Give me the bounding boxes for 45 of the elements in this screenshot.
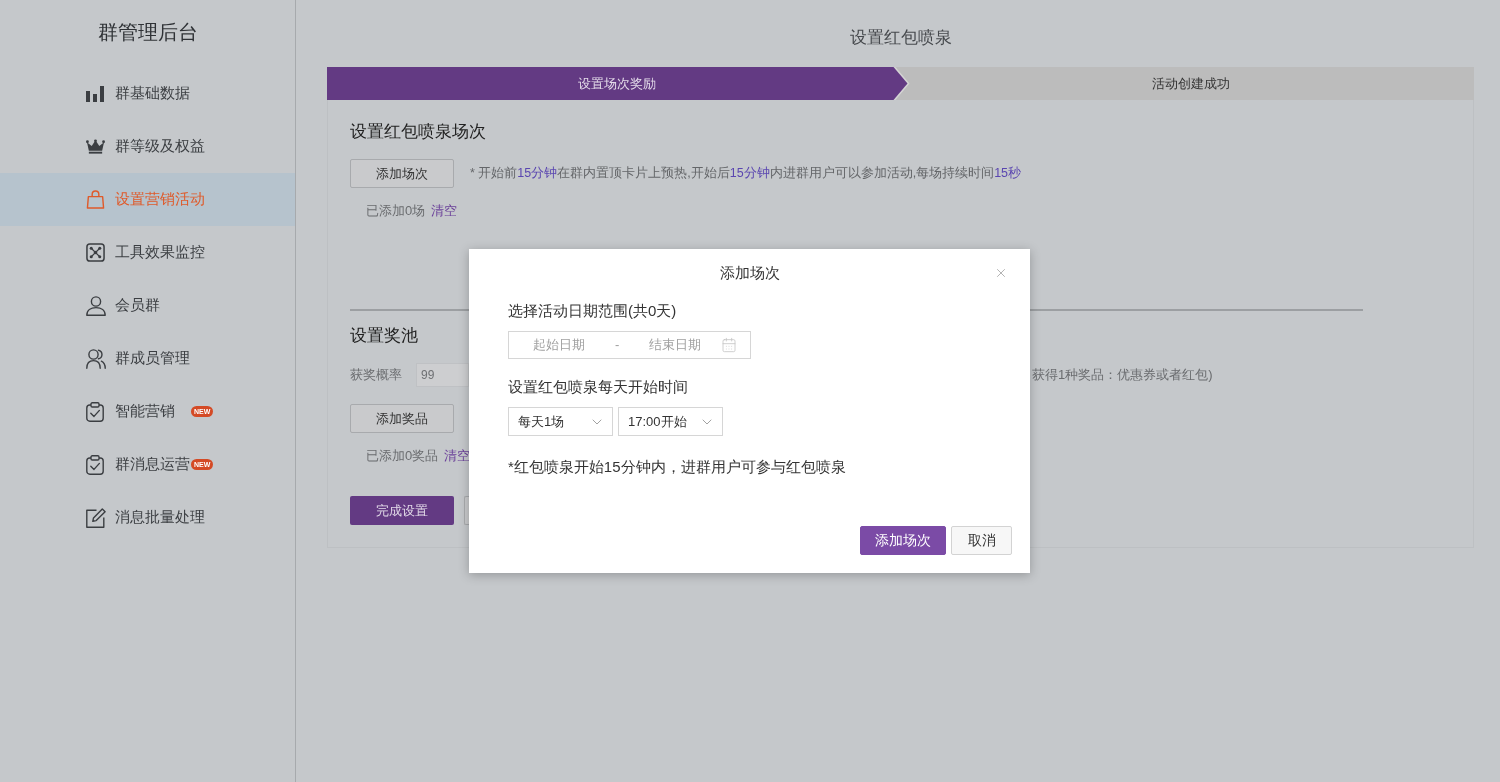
range-separator: - (615, 336, 620, 355)
sidebar-item[interactable]: 群基础数据 (0, 67, 295, 120)
probability-label: 获奖概率 (350, 366, 403, 385)
finish-button[interactable]: 完成设置 (350, 496, 454, 525)
close-icon (994, 266, 1008, 280)
clipboard-check-icon (86, 454, 104, 475)
prize-count: 已添加0奖品 (366, 447, 439, 466)
add-prize-button[interactable]: 添加奖品 (350, 404, 454, 433)
network-box-icon (86, 243, 105, 262)
dialog-note: *红包喷泉开始15分钟内，进群用户可参与红包喷泉 (508, 457, 846, 477)
session-count: 已添加0场 (366, 202, 426, 221)
sidebar-title: 群管理后台 (97, 20, 198, 44)
user-icon (86, 295, 106, 316)
users-icon (86, 348, 106, 369)
close-button[interactable] (994, 266, 1008, 280)
step-indicator: 设置场次奖励 (327, 67, 908, 100)
date-range-label: 选择活动日期范围(共0天) (508, 301, 677, 321)
section-title: 设置奖池 (350, 325, 418, 347)
add-session-button[interactable]: 添加场次 (350, 159, 454, 188)
dropdown-select[interactable]: 每天1场 (508, 407, 613, 436)
dialog-title: 添加场次 (719, 263, 780, 283)
dropdown-select[interactable]: 17:00开始 (618, 407, 723, 436)
calendar-icon (721, 337, 737, 353)
sidebar-item[interactable]: 群等级及权益 (0, 120, 295, 173)
sidebar-item[interactable]: 工具效果监控 (0, 226, 295, 279)
bar-chart-icon (86, 85, 104, 102)
sidebar-item[interactable]: 会员群 (0, 279, 295, 332)
sidebar-item[interactable]: 群成员管理 (0, 332, 295, 385)
clear-link[interactable]: 清空 (431, 201, 458, 221)
clipboard-check-icon (86, 401, 104, 422)
session-hint: * 开始前15分钟在群内置顶卡片上预热,开始后15分钟内进群用户可以参加活动,每场持续时间15秒 (470, 165, 1022, 183)
end-date-input[interactable]: 结束日期 (649, 335, 720, 355)
cancel-button[interactable]: 取消 (951, 526, 1012, 555)
crown-icon (86, 139, 105, 154)
page-title: 设置红包喷泉 (849, 27, 952, 49)
prize-hint-text: 获得1种奖品：优惠券或者红包) (1032, 366, 1213, 385)
start-date-input[interactable]: 起始日期 (533, 335, 613, 355)
clear-link[interactable]: 清空 (444, 446, 471, 466)
shopping-bag-icon (86, 190, 105, 209)
sidebar-item[interactable]: 消息批量处理 (0, 491, 295, 544)
add-session-confirm-button[interactable]: 添加场次 (860, 526, 946, 555)
start-time-label: 设置红包喷泉每天开始时间 (508, 377, 688, 397)
edit-square-icon (86, 507, 106, 528)
step-indicator: 活动创建成功 (893, 67, 1474, 100)
section-title: 设置红包喷泉场次 (350, 121, 486, 143)
